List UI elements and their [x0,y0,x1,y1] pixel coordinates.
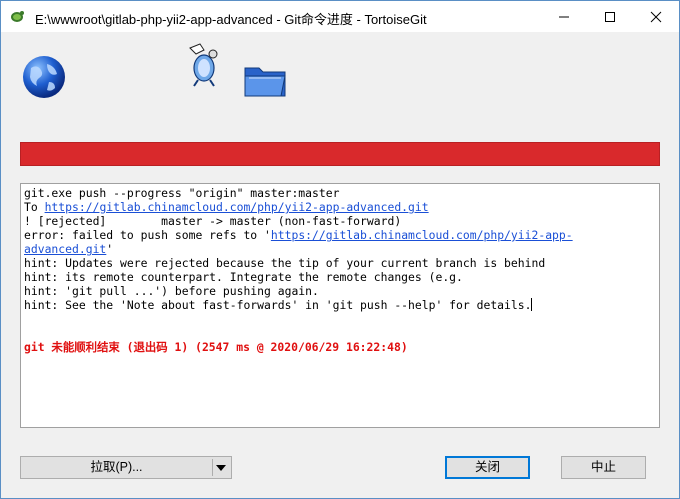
error-summary: git 未能顺利结束 (退出码 1) (2547 ms @ 2020/06/29… [24,340,408,354]
pull-split-button[interactable]: 拉取(P)... [20,456,232,479]
abort-button[interactable]: 中止 [561,456,646,479]
window-title: E:\wwwroot\gitlab-php-yii2-app-advanced … [35,12,427,27]
remote-url-link[interactable]: https://gitlab.chinamcloud.com/php/yii2-… [45,200,429,214]
output-log[interactable]: git.exe push --progress "origin" master:… [20,183,660,428]
maximize-icon [605,12,615,22]
progress-dialog: E:\wwwroot\gitlab-php-yii2-app-advanced … [0,0,680,499]
globe-icon [23,56,65,98]
text-caret [531,298,533,311]
remote-url-link[interactable]: advanced.git [24,242,106,256]
remote-url-link[interactable]: https://gitlab.chinamcloud.com/php/yii2-… [271,228,573,242]
minimize-icon [559,16,569,18]
log-line: hint: Updates were rejected because the … [24,256,546,270]
dropdown-arrow-icon[interactable] [216,465,226,471]
log-line: hint: 'git pull ...') before pushing aga… [24,284,319,298]
log-line: error: failed to push some refs to 'http… [24,228,573,242]
close-window-button[interactable] [633,1,679,32]
log-line: hint: its remote counterpart. Integrate … [24,270,463,284]
tortoisegit-app-icon [11,11,24,22]
progress-bar [20,142,660,166]
flying-paper-icon [189,43,218,87]
pull-button-label[interactable]: 拉取(P)... [21,457,212,478]
close-button[interactable]: 关闭 [445,456,530,479]
log-line: ! [rejected] master -> master (non-fast-… [24,214,402,228]
maximize-button[interactable] [587,1,633,32]
log-line: git.exe push --progress "origin" master:… [24,186,340,200]
title-bar[interactable]: E:\wwwroot\gitlab-php-yii2-app-advanced … [1,1,679,32]
log-spacer [24,312,656,340]
log-line: To https://gitlab.chinamcloud.com/php/yi… [24,200,429,214]
log-line: hint: See the 'Note about fast-forwards'… [24,298,533,312]
log-line: advanced.git' [24,242,114,256]
close-icon [650,11,662,23]
split-divider [212,459,213,476]
folder-icon [244,67,286,97]
minimize-button[interactable] [541,1,587,32]
progress-animation [1,32,679,132]
